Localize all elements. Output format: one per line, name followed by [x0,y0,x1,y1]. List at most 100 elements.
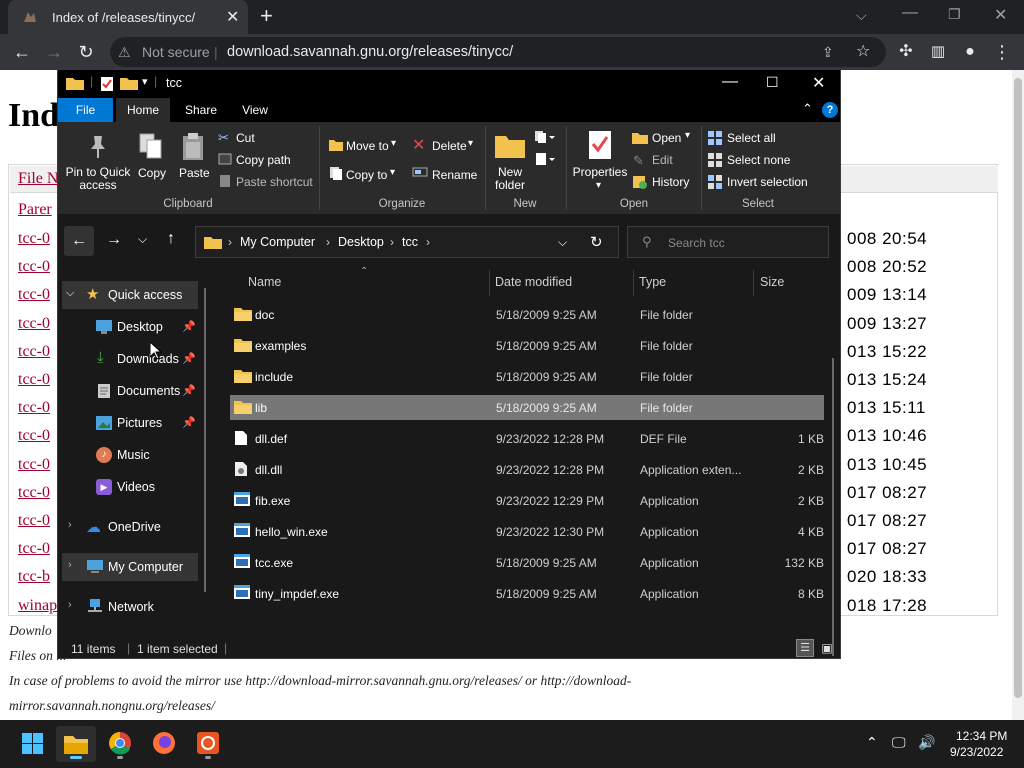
side-panel-icon[interactable]: ▥ [924,38,952,66]
volume-icon[interactable]: 🔊 [918,734,935,751]
copy-to-button[interactable]: Copy to [346,168,387,182]
easy-access-icon[interactable] [534,152,556,169]
properties-button[interactable]: Properties [572,166,628,179]
pin-icon[interactable]: 📌 [182,320,196,333]
file-link[interactable]: tcc-0 [18,315,50,333]
file-link[interactable]: tcc-0 [18,427,50,445]
column-name[interactable]: Name [248,275,281,289]
bookmark-star-icon[interactable]: ☆ [856,37,870,67]
file-link[interactable]: tcc-0 [18,540,50,558]
forward-icon[interactable]: → [40,38,68,66]
tab-file[interactable]: File [58,98,113,122]
open-dropdown-icon[interactable]: ▾ [685,130,690,141]
large-icons-view-icon[interactable]: ▣ [818,639,836,657]
expand-my-computer-icon[interactable]: › [68,559,72,571]
collapse-ribbon-icon[interactable]: ⌃ [802,101,813,117]
pin-icon[interactable]: 📌 [182,384,196,397]
nav-pane-scrollbar[interactable] [204,288,206,592]
open-button[interactable]: Open [652,131,681,145]
tab-search-icon[interactable]: ⌵ [856,7,867,24]
network-status-icon[interactable]: 🖵 [892,734,906,751]
tab-share[interactable]: Share [176,98,226,122]
nav-desktop[interactable]: Desktop 📌 [58,313,198,341]
expand-quick-access-icon[interactable]: ⌵ [66,287,74,300]
file-link[interactable]: tcc-0 [18,399,50,417]
minimize-browser-icon[interactable]: — [902,4,918,22]
file-link[interactable]: tcc-0 [18,371,50,389]
taskbar-firefox[interactable] [144,726,184,762]
file-row[interactable]: tcc.exe 5/18/2009 9:25 AM Application 132 K… [230,550,824,575]
select-all-button[interactable]: Select all [727,131,776,145]
profile-icon[interactable]: ● [956,38,984,66]
breadcrumb-my-computer[interactable]: My Computer [240,235,315,249]
extensions-icon[interactable]: ✣ [892,38,920,66]
nav-videos[interactable]: ▶ Videos [58,473,198,501]
nav-documents[interactable]: Documents 📌 [58,377,198,405]
forward-button[interactable]: → [106,231,122,249]
browser-tab[interactable]: Index of /releases/tinycc/ ✕ [8,0,248,34]
select-none-button[interactable]: Select none [727,153,790,167]
file-link[interactable]: winap [18,597,57,615]
copy-button[interactable]: Copy [138,166,166,180]
header-file-name[interactable]: File N [18,170,58,188]
nav-onedrive[interactable]: › ☁ OneDrive [58,513,198,541]
nav-my-computer[interactable]: › My Computer [62,553,198,581]
file-row[interactable]: dll.dll 9/23/2022 12:28 PM Application ext… [230,457,824,482]
taskbar-file-explorer[interactable] [56,726,96,762]
file-row[interactable]: examples 5/18/2009 9:25 AM File folder [230,333,824,358]
page-scrollbar[interactable] [1012,70,1024,720]
show-hidden-icons[interactable]: ⌃ [866,734,878,751]
history-button[interactable]: History [652,175,689,189]
paste-button[interactable]: Paste [179,166,210,180]
column-type[interactable]: Type [639,275,666,289]
address-dropdown-icon[interactable]: ⌵ [558,235,567,250]
file-link[interactable]: tcc-0 [18,456,50,474]
file-link[interactable]: tcc-0 [18,343,50,361]
column-size[interactable]: Size [760,275,784,289]
invert-selection-button[interactable]: Invert selection [727,175,808,189]
start-button[interactable] [12,726,52,762]
column-date-modified[interactable]: Date modified [495,275,572,289]
help-icon[interactable]: ? [822,102,838,118]
menu-icon[interactable]: ⋮ [988,38,1016,66]
tab-view[interactable]: View [232,98,278,122]
close-tab-icon[interactable]: ✕ [226,7,239,27]
file-link[interactable]: tcc-0 [18,286,50,304]
share-icon[interactable]: ⇪ [822,37,834,67]
pin-icon[interactable]: 📌 [182,352,196,365]
details-view-icon[interactable]: ☰ [796,639,814,657]
new-item-icon[interactable] [534,130,556,147]
back-icon[interactable]: ← [8,38,36,66]
file-row[interactable]: lib 5/18/2009 9:25 AM File folder [230,395,824,420]
new-folder-qat-icon[interactable] [120,76,138,93]
file-link[interactable]: tcc-0 [18,230,50,248]
pin-quick-access-button[interactable]: Pin to Quick access [62,166,134,192]
file-link[interactable]: tcc-b [18,568,50,586]
file-row[interactable]: hello_win.exe 9/23/2022 12:30 PM Applicati… [230,519,824,544]
breadcrumb-tcc[interactable]: tcc [402,235,418,249]
file-link[interactable]: tcc-0 [18,484,50,502]
file-row[interactable]: include 5/18/2009 9:25 AM File folder [230,364,824,389]
omnibox[interactable]: ⚠ Not secure | download.savannah.gnu.org… [110,37,886,67]
tab-home[interactable]: Home [116,98,170,122]
new-tab-button[interactable]: + [260,3,273,29]
cut-button[interactable]: Cut [236,131,255,145]
file-list-vscrollbar[interactable] [832,358,834,656]
nav-network[interactable]: › Network [58,593,198,621]
close-browser-icon[interactable]: ✕ [994,5,1007,25]
nav-downloads[interactable]: ⤓ Downloads 📌 [58,345,198,373]
expand-onedrive-icon[interactable]: › [68,519,72,531]
new-folder-button[interactable]: New folder [492,166,528,192]
minimize-icon[interactable]: — [722,73,738,91]
file-row[interactable]: fib.exe 9/23/2022 12:29 PM Application 2 KB [230,488,824,513]
file-row[interactable]: doc 5/18/2009 9:25 AM File folder [230,302,824,327]
nav-music[interactable]: ♪ Music [58,441,198,469]
breadcrumb-desktop[interactable]: Desktop [338,235,384,249]
nav-quick-access[interactable]: ⌵ ★ Quick access [62,281,198,309]
rename-button[interactable]: Rename [432,168,477,182]
move-to-dropdown-icon[interactable]: ▾ [391,138,396,149]
back-button[interactable]: ← [64,226,94,256]
taskbar-chrome[interactable] [100,726,140,762]
move-to-button[interactable]: Move to [346,139,389,153]
taskbar-date[interactable]: 9/23/2022 [950,745,1003,759]
